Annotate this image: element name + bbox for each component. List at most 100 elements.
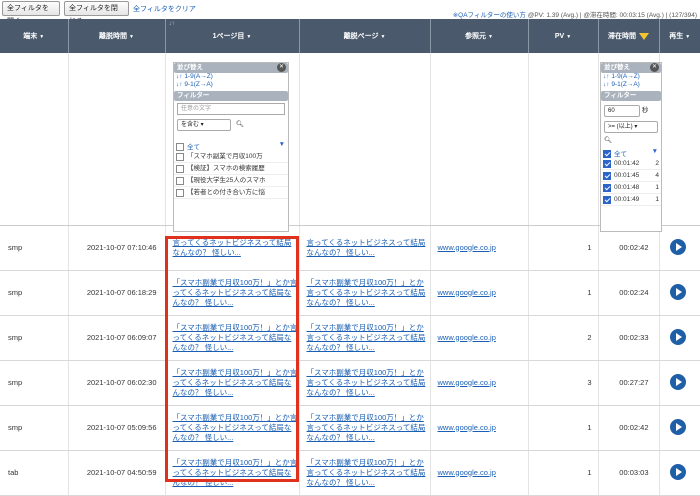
cell-pv: 3 (528, 360, 599, 406)
filter-text-input[interactable]: 任意の文字 (177, 103, 285, 115)
col-exit-time-label: 離脱時間 (99, 33, 128, 40)
stats-text: @PV: 1.39 (Avg.) | @滞在時間: 00:03:15 (Avg.… (527, 12, 697, 19)
select-all-checkbox[interactable] (176, 143, 184, 152)
referrer-link[interactable]: www.google.co.jp (438, 423, 496, 432)
search-icon[interactable]: 🔍︎ (601, 134, 661, 146)
col-first-page[interactable]: ↓↑ 1ページ目 ▼ (165, 19, 300, 53)
exit-page-link[interactable]: 言ってくるネットビジネスって結局なんなの？ 怪しい... (307, 238, 426, 257)
chevron-down-icon: ▼ (39, 34, 45, 40)
col-device[interactable]: 端末 ▼ (0, 19, 69, 53)
seconds-input[interactable]: 60 (604, 105, 640, 117)
sort-triangle-icon: ▼ (651, 148, 658, 155)
close-all-filters-button[interactable]: 全フィルタを閉じる (64, 1, 129, 25)
referrer-link[interactable]: www.google.co.jp (438, 243, 496, 252)
option-checkbox[interactable] (603, 195, 611, 204)
filter-section-title: フィルター (601, 91, 661, 101)
stats-summary: ※QAフィルターの使い方 @PV: 1.39 (Avg.) | @滞在時間: 0… (453, 9, 697, 19)
col-referrer[interactable]: 参照元 ▼ (430, 19, 529, 53)
seconds-unit: 秒 (641, 107, 649, 114)
operator-select[interactable]: >= (以上) ▾ (604, 121, 658, 133)
open-all-filters-button[interactable]: 全フィルタを開く (2, 1, 60, 25)
table-row: smp 2021-10-07 06:09:07 「スマホ副業で月収100万！」と… (0, 315, 700, 361)
option-checkbox[interactable] (176, 152, 184, 161)
clear-all-filters-link[interactable]: 全フィルタをクリア (133, 4, 196, 14)
sort-triangle-icon: ▼ (278, 141, 285, 148)
toolbar: 全フィルタを開く 全フィルタを閉じる 全フィルタをクリア ※QAフィルターの使い… (0, 0, 700, 25)
col-exit-page[interactable]: 離脱ページ ▼ (299, 19, 431, 53)
table-row: smp 2021-10-07 06:18:29 「スマホ副業で月収100万！」と… (0, 270, 700, 316)
sort-asc-option[interactable]: ↓↑ 1-9(A→Z) (174, 73, 288, 81)
table-row: tab 2021-10-07 04:50:59 「スマホ副業で月収100万！」と… (0, 450, 700, 496)
filter-option[interactable]: 00:01:42 2 (601, 158, 661, 171)
cell-device: smp (0, 270, 69, 316)
col-pv[interactable]: PV ▼ (528, 19, 599, 53)
filter-option[interactable]: 「スマホ副業で月収100万 (174, 151, 288, 164)
cell-stay: 00:02:33 (598, 315, 660, 361)
option-checkbox[interactable] (176, 188, 184, 197)
col-stay[interactable]: 滞在時間 (598, 19, 660, 53)
exit-page-link[interactable]: 「スマホ副業で月収100万！」とか言ってくるネットビジネスって結局なんなの？ 怪… (307, 413, 426, 442)
col-device-label: 端末 (23, 33, 38, 40)
cell-pv: 1 (528, 225, 599, 271)
cell-exit-time: 2021-10-07 04:50:59 (68, 450, 166, 496)
cell-exit-time: 2021-10-07 06:09:07 (68, 315, 166, 361)
option-checkbox[interactable] (176, 176, 184, 185)
table-row: smp 2021-10-07 06:02:30 「スマホ副業で月収100万！」と… (0, 360, 700, 406)
match-type-select[interactable]: を含む ▾ (177, 119, 231, 131)
search-icon[interactable]: 🔍︎ (236, 121, 244, 128)
exit-page-link[interactable]: 「スマホ副業で月収100万！」とか言ってくるネットビジネスって結局なんなの？ 怪… (307, 278, 426, 307)
filter-funnel-icon (639, 32, 649, 40)
filter-option[interactable]: 00:01:49 1 (601, 194, 661, 207)
option-checkbox[interactable] (603, 159, 611, 168)
select-all-row[interactable]: 全て ▼ (601, 148, 661, 159)
first-page-filter-panel: 並び替え ✕ ↓↑ 1-9(A→Z) ↓↑ 9-1(Z→A) フィルター 任意の文… (173, 62, 289, 232)
chevron-down-icon: ▼ (129, 34, 134, 40)
referrer-link[interactable]: www.google.co.jp (438, 288, 496, 297)
cell-stay: 00:02:42 (598, 405, 660, 451)
sort-asc-option[interactable]: ↓↑ 1-9(A→Z) (601, 73, 661, 81)
sort-section-title: 並び替え ✕ (174, 63, 288, 73)
close-icon[interactable]: ✕ (277, 63, 286, 72)
select-all-row[interactable]: 全て ▼ (174, 141, 288, 152)
referrer-link[interactable]: www.google.co.jp (438, 468, 496, 477)
filter-option[interactable]: 【若者との付き合い方に悩 (174, 187, 288, 200)
col-exit-time[interactable]: 離脱時間 ▼ (68, 19, 166, 53)
option-checkbox[interactable] (603, 183, 611, 192)
close-icon[interactable]: ✕ (650, 63, 659, 72)
col-replay-label: 再生 (669, 33, 684, 40)
exit-page-link[interactable]: 「スマホ副業で月収100万！」とか言ってくるネットビジネスって結局なんなの？ 怪… (307, 458, 426, 487)
cell-device: smp (0, 225, 69, 271)
filter-option[interactable]: 【検証】スマホの検索履歴 (174, 163, 288, 176)
play-icon[interactable] (669, 238, 686, 255)
play-icon[interactable] (669, 418, 686, 435)
play-icon[interactable] (669, 283, 686, 300)
play-icon[interactable] (669, 328, 686, 345)
chevron-down-icon: ▼ (246, 34, 252, 40)
filter-option[interactable]: 00:01:48 1 (601, 182, 661, 195)
col-referrer-label: 参照元 (465, 33, 487, 40)
filter-option[interactable]: 00:01:45 4 (601, 170, 661, 183)
highlight-box (165, 236, 299, 482)
filter-help-link[interactable]: ※QAフィルターの使い方 (453, 12, 526, 19)
filter-option[interactable]: 【現役大学生25人のスマホ (174, 175, 288, 188)
cell-pv: 1 (528, 450, 599, 496)
play-icon[interactable] (669, 463, 686, 480)
option-checkbox[interactable] (603, 171, 611, 180)
play-icon[interactable] (669, 373, 686, 390)
referrer-link[interactable]: www.google.co.jp (438, 378, 496, 387)
cell-exit-time: 2021-10-07 06:18:29 (68, 270, 166, 316)
referrer-link[interactable]: www.google.co.jp (438, 333, 496, 342)
exit-page-link[interactable]: 「スマホ副業で月収100万！」とか言ってくるネットビジネスって結局なんなの？ 怪… (307, 323, 426, 352)
sort-icon: ↓↑ (168, 21, 175, 27)
cell-exit-time: 2021-10-07 06:02:30 (68, 360, 166, 406)
sort-desc-option[interactable]: ↓↑ 9-1(Z→A) (174, 81, 288, 89)
exit-page-link[interactable]: 「スマホ副業で月収100万！」とか言ってくるネットビジネスって結局なんなの？ 怪… (307, 368, 426, 397)
chevron-down-icon: ▼ (566, 33, 572, 40)
select-all-checkbox[interactable] (603, 150, 611, 159)
cell-device: tab (0, 450, 69, 496)
sort-desc-option[interactable]: ↓↑ 9-1(Z→A) (601, 81, 661, 89)
col-stay-label: 滞在時間 (608, 33, 636, 40)
stay-filter-panel: 並び替え ✕ ↓↑ 1-9(A→Z) ↓↑ 9-1(Z→A) フィルター 60 秒… (600, 62, 662, 232)
option-checkbox[interactable] (176, 164, 184, 173)
col-replay[interactable]: 再生 ▼ (659, 19, 700, 53)
